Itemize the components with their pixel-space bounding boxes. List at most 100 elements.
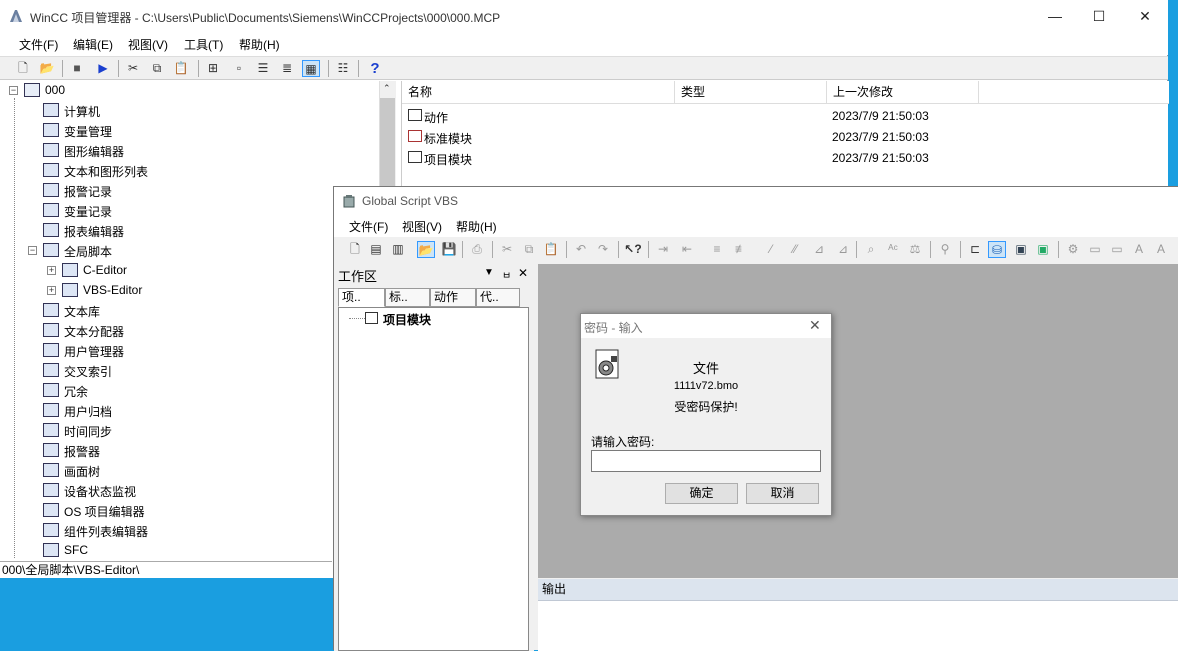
user-archive-icon [43,403,59,417]
workspace-tabs: 项.. 标.. 动作 代.. [338,288,528,308]
gs-open-icon[interactable]: 📂 [417,241,435,258]
large-icons-icon[interactable]: ⊞ [204,60,222,77]
small-icons-icon[interactable]: ▫ [230,60,248,77]
gs-database-icon[interactable]: ⛁ [988,241,1006,258]
tree-item-label: 交叉索引 [64,365,113,379]
gs-syntax-check-icon[interactable]: ⚖ [906,241,924,258]
properties-icon[interactable]: ☷ [334,60,352,77]
gs-font-icon[interactable]: A [1130,241,1148,258]
row-modified: 2023/7/9 21:50:03 [832,151,929,165]
gs-menu-view[interactable]: 视图(V) [402,218,442,235]
gs-info-box-icon[interactable]: ▭ [1086,241,1104,258]
tree-item-label: 全局脚本 [64,245,113,259]
maximize-button[interactable]: ☐ [1084,6,1114,28]
ok-button[interactable]: 确定 [665,483,738,504]
gs-new-action-icon[interactable]: ▥ [389,241,407,258]
menu-tools[interactable]: 工具(T) [184,36,223,53]
window-title: WinCC 项目管理器 - C:\Users\Public\Documents\… [30,11,501,25]
stop-icon[interactable]: ■ [68,60,86,77]
gs-find-icon[interactable]: ⌕ [862,241,880,258]
row-modified: 2023/7/9 21:50:03 [832,109,929,123]
workspace-dropdown-icon[interactable]: ▼ [484,267,494,278]
alarm-logging-icon [43,183,59,197]
wincc-app-icon [10,10,22,22]
details-icon[interactable]: ≣ [278,60,296,77]
list-row[interactable]: 标准模块 2023/7/9 21:50:03 [408,127,1168,148]
tab-code[interactable]: 代.. [476,288,520,307]
gs-print-icon[interactable]: ⎙ [468,241,486,258]
expand-icon[interactable]: + [47,286,56,295]
new-icon[interactable]: 🗋 [14,60,32,77]
project-module-icon [365,312,378,324]
gs-new-function-icon[interactable]: ▤ [367,241,385,258]
gs-cut-icon[interactable]: ✂ [498,241,516,258]
gs-workspace-toggle-icon[interactable]: ⊏ [966,241,984,258]
scroll-up-icon[interactable]: ⌃ [383,83,391,94]
device-status-icon [43,483,59,497]
list-row[interactable]: 项目模块 2023/7/9 21:50:03 [408,148,1168,169]
gs-outdent-icon[interactable]: ⇤ [678,241,696,258]
tree-item-project-module[interactable]: 项目模块 [383,311,431,328]
gs-context-help-icon[interactable]: ↖? [624,241,642,258]
gs-clear-bookmarks-icon[interactable]: ⊿ [834,241,852,258]
collapse-icon[interactable]: − [9,86,18,95]
list-row[interactable]: 动作 2023/7/9 21:50:03 [408,106,1168,127]
gs-save-icon[interactable]: 💾 [440,241,458,258]
gs-trigger-icon[interactable]: ⚙ [1064,241,1082,258]
close-button[interactable]: ✕ [1130,6,1160,28]
tree-item-label: 报警器 [64,445,101,459]
menu-edit[interactable]: 编辑(E) [73,36,113,53]
gs-replace-icon[interactable]: ᴬᶜ [884,241,902,258]
tree-scrollbar-thumb[interactable] [380,98,395,198]
gs-comment-icon[interactable]: ≡ [708,241,726,258]
table-view-icon[interactable]: ▦ [302,60,320,77]
cancel-button[interactable]: 取消 [746,483,819,504]
tab-project[interactable]: 项.. [338,288,385,307]
col-header-modified[interactable]: 上一次修改 [827,81,979,104]
paste-icon[interactable]: 📋 [172,60,190,77]
cut-icon[interactable]: ✂ [124,60,142,77]
gs-menu-file[interactable]: 文件(F) [349,218,388,235]
gs-paste-icon[interactable]: 📋 [542,241,560,258]
gs-font-size-icon[interactable]: A [1152,241,1170,258]
gs-tags-icon[interactable]: ▣ [1034,241,1052,258]
dialog-close-button[interactable]: ✕ [809,317,821,334]
gs-prev-bookmark-icon[interactable]: ⊿ [810,241,828,258]
col-header-type[interactable]: 类型 [675,81,827,104]
content-list: 名称 类型 上一次修改 动作 2023/7/9 21:50:03 标准模块 20… [401,81,1169,186]
gs-indent-icon[interactable]: ⇥ [654,241,672,258]
gs-copy-icon[interactable]: ⧉ [520,241,538,258]
gs-info-icon[interactable]: ▣ [1012,241,1030,258]
workspace-close-icon[interactable]: ✕ [518,266,528,280]
password-input[interactable] [591,450,821,472]
gs-redo-icon[interactable]: ↷ [594,241,612,258]
workspace-pin-icon[interactable]: ㅂ [502,267,511,282]
expand-icon[interactable]: + [47,266,56,275]
gs-action-box-icon[interactable]: ▭ [1108,241,1126,258]
run-icon[interactable]: ▶ [94,60,112,77]
tab-standard[interactable]: 标.. [385,288,430,307]
collapse-icon[interactable]: − [28,246,37,255]
minimize-button[interactable]: — [1040,6,1070,28]
row-modified: 2023/7/9 21:50:03 [832,130,929,144]
menu-file[interactable]: 文件(F) [19,36,58,53]
gs-undo-icon[interactable]: ↶ [572,241,590,258]
list-icon[interactable]: ☰ [254,60,272,77]
col-header-name[interactable]: 名称 [402,81,675,104]
gs-uncomment-icon[interactable]: ≢ [732,241,750,258]
gs-menu-help[interactable]: 帮助(H) [456,218,497,235]
gs-bookmark-icon[interactable]: ⁄ [762,241,780,258]
gs-new-icon[interactable]: 🗋 [346,241,364,258]
tree-item-label: 变量记录 [64,205,113,219]
copy-icon[interactable]: ⧉ [148,60,166,77]
tab-actions[interactable]: 动作 [430,288,476,307]
gs-tool-icon[interactable]: ⚲ [936,241,954,258]
menu-view[interactable]: 视图(V) [128,36,168,53]
help-icon[interactable]: ? [366,60,384,77]
gs-next-bookmark-icon[interactable]: ⁄⁄ [786,241,804,258]
text-library-icon [43,303,59,317]
text-graphic-list-icon [43,163,59,177]
open-icon[interactable]: 📂 [38,60,56,77]
text-distributor-icon [43,323,59,337]
menu-help[interactable]: 帮助(H) [239,36,280,53]
